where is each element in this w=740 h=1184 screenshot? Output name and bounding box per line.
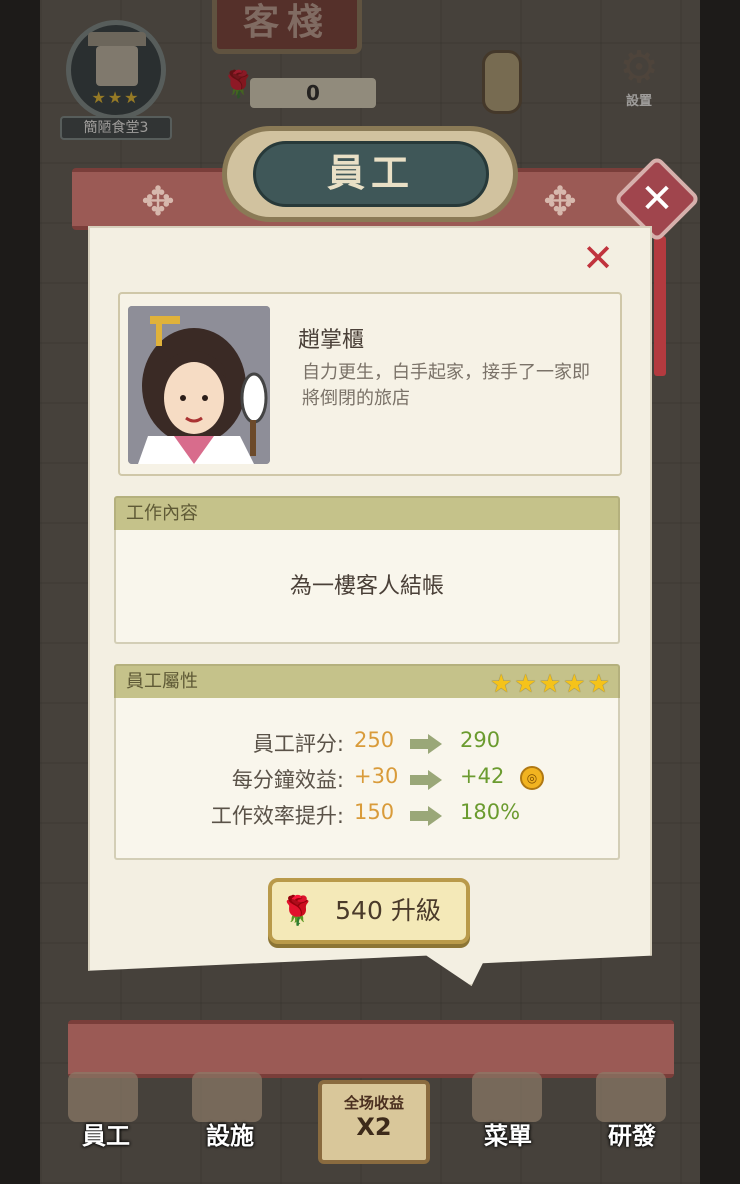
tab-staff[interactable]: 員工 xyxy=(82,1116,130,1151)
attributes-section-header: 員工屬性 ★★★★★ xyxy=(114,664,620,700)
upgrade-button[interactable]: 🌹 540 升級 xyxy=(268,878,470,944)
stat-new-value: +42 xyxy=(460,764,505,788)
title-plate: 員工 xyxy=(222,126,518,222)
tab-research[interactable]: 研發 xyxy=(608,1116,656,1151)
arrow-right-icon xyxy=(410,806,444,826)
stat-row-rating: 員工評分: 250 290 xyxy=(116,728,622,760)
stat-label: 每分鐘效益: xyxy=(231,768,344,792)
menu-tab-icon xyxy=(472,1072,542,1122)
income-boost-button[interactable]: 全场收益 X2 xyxy=(318,1080,430,1164)
work-section-body: 為一樓客人結帳 xyxy=(114,530,620,644)
tab-facilities[interactable]: 設施 xyxy=(206,1116,254,1151)
tassel-decoration xyxy=(654,236,666,376)
job-description: 為一樓客人結帳 xyxy=(289,574,444,599)
close-icon: ✕ xyxy=(640,176,674,222)
upgrade-label: 540 升級 xyxy=(335,896,441,925)
stat-new-value: 290 xyxy=(460,728,501,752)
stat-label: 工作效率提升: xyxy=(210,804,344,828)
close-button[interactable]: ✕ xyxy=(580,239,616,277)
stat-row-income: 每分鐘效益: +30 +42 ◎ xyxy=(116,764,622,796)
employee-card: 趙掌櫃 自力更生，白手起家，接手了一家即將倒閉的旅店 xyxy=(118,292,622,476)
flower-ornament-icon: ✥ xyxy=(141,179,175,225)
work-section-header: 工作內容 xyxy=(114,496,620,532)
employee-description: 自力更生，白手起家，接手了一家即將倒閉的旅店 xyxy=(302,362,590,409)
dialog-title: 員工 xyxy=(253,141,489,207)
arrow-right-icon xyxy=(410,770,444,790)
research-tab-icon xyxy=(596,1072,666,1122)
stat-label: 員工評分: xyxy=(252,732,344,756)
stat-old-value: +30 xyxy=(354,764,399,788)
attributes-section-title: 員工屬性 xyxy=(126,671,198,692)
boost-label: 全场收益 xyxy=(343,1094,404,1112)
bottom-tab-bar: 員工 設施 全场收益 X2 菜單 研發 xyxy=(40,1060,700,1180)
facilities-tab-icon xyxy=(192,1072,262,1122)
employee-portrait xyxy=(128,306,270,464)
tab-menu[interactable]: 菜單 xyxy=(484,1116,532,1151)
stat-new-value: 180% xyxy=(460,800,521,824)
staff-tab-icon xyxy=(68,1072,138,1122)
coin-icon: ◎ xyxy=(520,766,544,790)
employee-name: 趙掌櫃 xyxy=(298,328,365,353)
arrow-right-icon xyxy=(410,734,444,754)
rating-stars: ★★★★★ xyxy=(489,669,612,698)
rose-icon: 🌹 xyxy=(280,894,315,927)
attributes-section-body: 員工評分: 250 290 每分鐘效益: +30 +42 ◎ 工作效率提升: 1… xyxy=(114,698,620,860)
stat-row-efficiency: 工作效率提升: 150 180% xyxy=(116,800,622,832)
flower-ornament-icon: ✥ xyxy=(543,179,577,225)
boost-multiplier: X2 xyxy=(356,1113,392,1141)
stat-old-value: 150 xyxy=(354,800,395,824)
work-section-title: 工作內容 xyxy=(126,503,198,524)
stat-old-value: 250 xyxy=(354,728,395,752)
